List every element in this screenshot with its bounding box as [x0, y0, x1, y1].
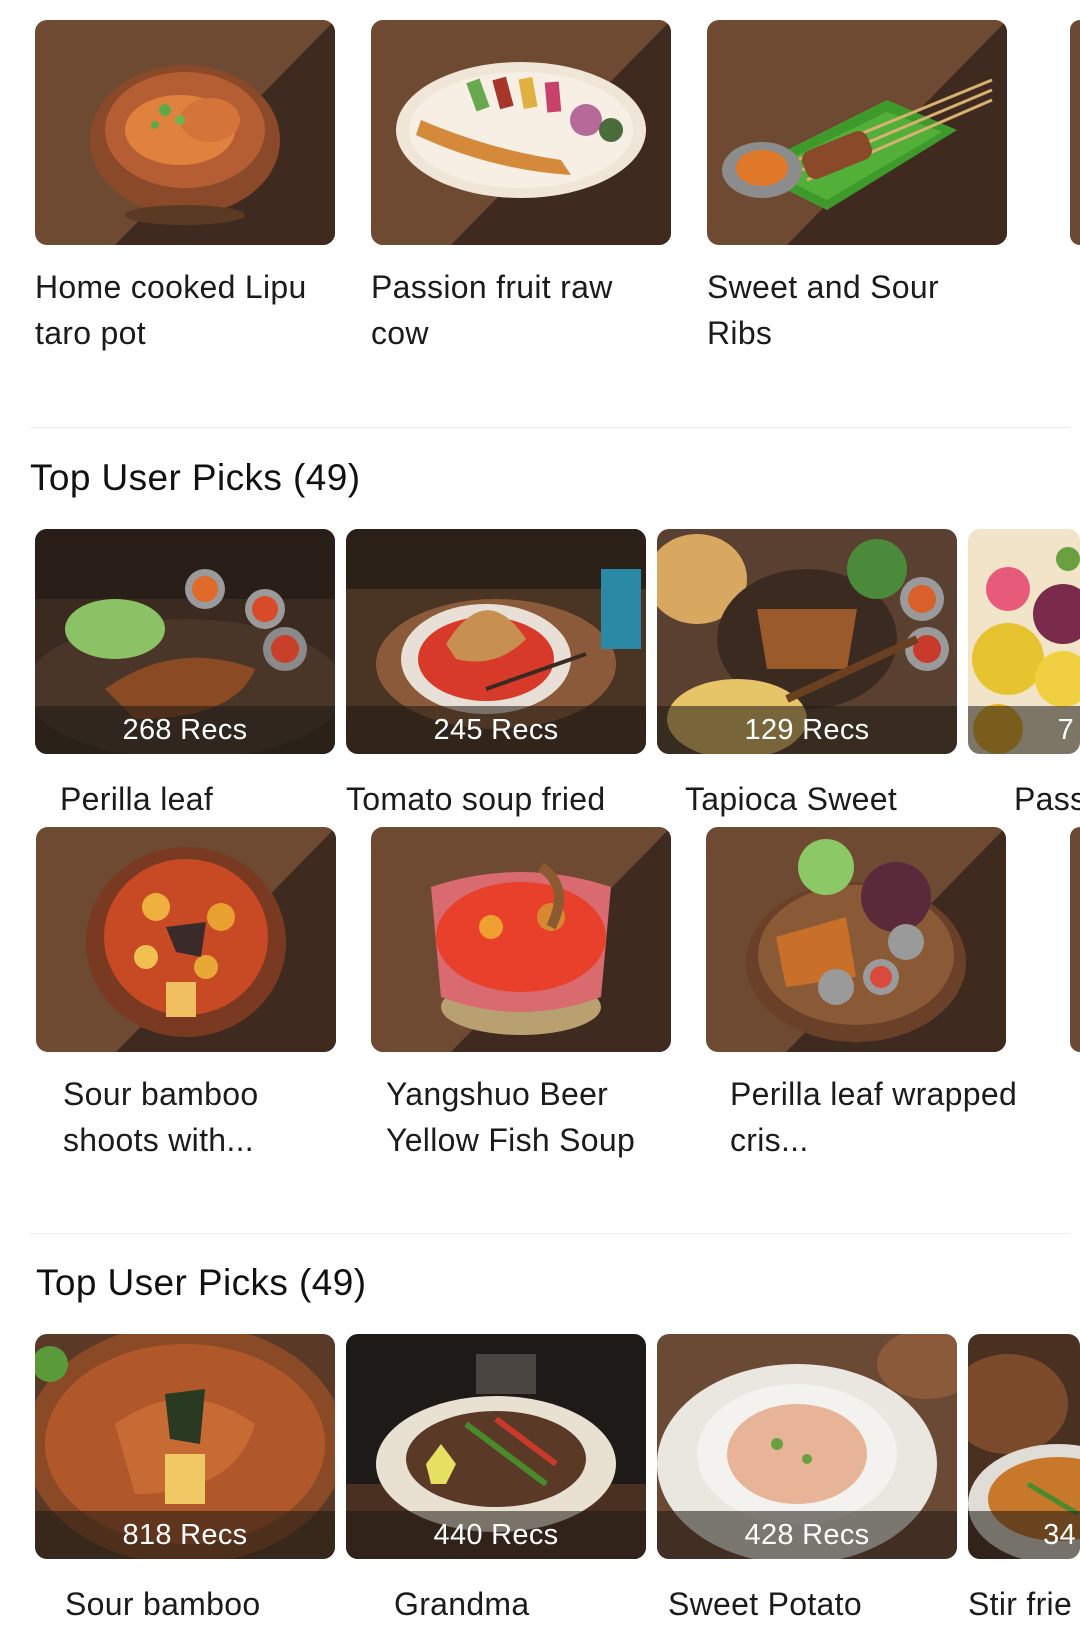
bamboo-shoot-photo: 818 Recs	[35, 1334, 335, 1559]
dish-name: Perilla leaf wrapped cris...	[730, 1076, 1018, 1158]
next-card-peek	[1070, 20, 1080, 245]
next-card-peek	[1070, 827, 1080, 1052]
section-divider	[30, 427, 1070, 428]
recs-count: 268 Recs	[35, 706, 335, 754]
pick-name: Grandma	[394, 1586, 530, 1622]
dish-card[interactable]: Sour bamboo shoots with...	[36, 827, 343, 1163]
recs-count: 7	[968, 706, 1080, 754]
recs-count: 428 Recs	[657, 1511, 957, 1559]
tapioca-spread-photo: 129 Recs	[657, 529, 957, 754]
fish-soup-image	[371, 827, 671, 1052]
recs-count: 129 Recs	[657, 706, 957, 754]
dish-card[interactable]: Yangshuo Beer Yellow Fish Soup	[371, 827, 686, 1163]
pick-card[interactable]: 34 Stir frie	[968, 1334, 1080, 1627]
recs-count: 34	[968, 1511, 1080, 1559]
pick-name: Perilla leaf	[60, 781, 214, 817]
recs-count: 818 Recs	[35, 1511, 335, 1559]
dish-name: Home cooked Lipu taro pot	[35, 269, 307, 351]
dish-card[interactable]: Perilla leaf wrapped cris...	[706, 827, 1030, 1163]
taro-pot-dish-image	[35, 20, 335, 245]
perilla-wrap-image	[706, 827, 1006, 1052]
pick-card[interactable]: 428 Recs Sweet Potato	[657, 1334, 957, 1627]
pick-card[interactable]: 129 Recs Tapioca Sweet	[657, 529, 957, 822]
section-title: Top User Picks (49)	[36, 1262, 367, 1303]
pick-card[interactable]: 7 Pass	[968, 529, 1080, 822]
raw-beef-platter-image	[371, 20, 671, 245]
pick-name: Stir frie	[968, 1586, 1073, 1622]
grandma-dish-photo: 440 Recs	[346, 1334, 646, 1559]
dish-card[interactable]: Home cooked Lipu taro pot	[35, 20, 335, 356]
dish-card[interactable]: Passion fruit raw cow	[371, 20, 671, 356]
dish-name: Sweet and Sour Ribs	[707, 269, 939, 351]
section-divider	[30, 1233, 1070, 1234]
passion-fruit-photo: 7	[968, 529, 1080, 754]
tomato-soup-photo: 245 Recs	[346, 529, 646, 754]
pick-card[interactable]: 818 Recs Sour bamboo	[35, 1334, 335, 1627]
top-picks-row: 818 Recs Sour bamboo 440 Recs Grandma 42…	[0, 1334, 1080, 1624]
top-picks-row: 268 Recs Perilla leaf 245 Recs Tomato so…	[0, 529, 1080, 819]
recs-count: 440 Recs	[346, 1511, 646, 1559]
pick-name: Sour bamboo	[65, 1586, 261, 1622]
pick-name: Tapioca Sweet	[685, 781, 898, 817]
section-title: Top User Picks (49)	[30, 457, 361, 498]
pick-card[interactable]: 245 Recs Tomato soup fried	[346, 529, 646, 822]
pick-name: Tomato soup fried	[346, 781, 606, 817]
pick-card[interactable]: 268 Recs Perilla leaf	[35, 529, 335, 822]
dish-name: Sour bamboo shoots with...	[63, 1076, 259, 1158]
sweet-potato-photo: 428 Recs	[657, 1334, 957, 1559]
skewer-ribs-image	[707, 20, 1007, 245]
stir-fried-photo: 34	[968, 1334, 1080, 1559]
pick-card[interactable]: 440 Recs Grandma	[346, 1334, 646, 1627]
bamboo-shoot-pot-image	[36, 827, 336, 1052]
dish-name: Passion fruit raw cow	[371, 269, 613, 351]
pick-name: Pass	[1014, 781, 1080, 817]
recs-count: 245 Recs	[346, 706, 646, 754]
dish-name: Yangshuo Beer Yellow Fish Soup	[386, 1076, 636, 1158]
pick-name: Sweet Potato	[668, 1586, 862, 1622]
dish-card[interactable]: Sweet and Sour Ribs	[707, 20, 1007, 356]
perilla-pork-photo: 268 Recs	[35, 529, 335, 754]
